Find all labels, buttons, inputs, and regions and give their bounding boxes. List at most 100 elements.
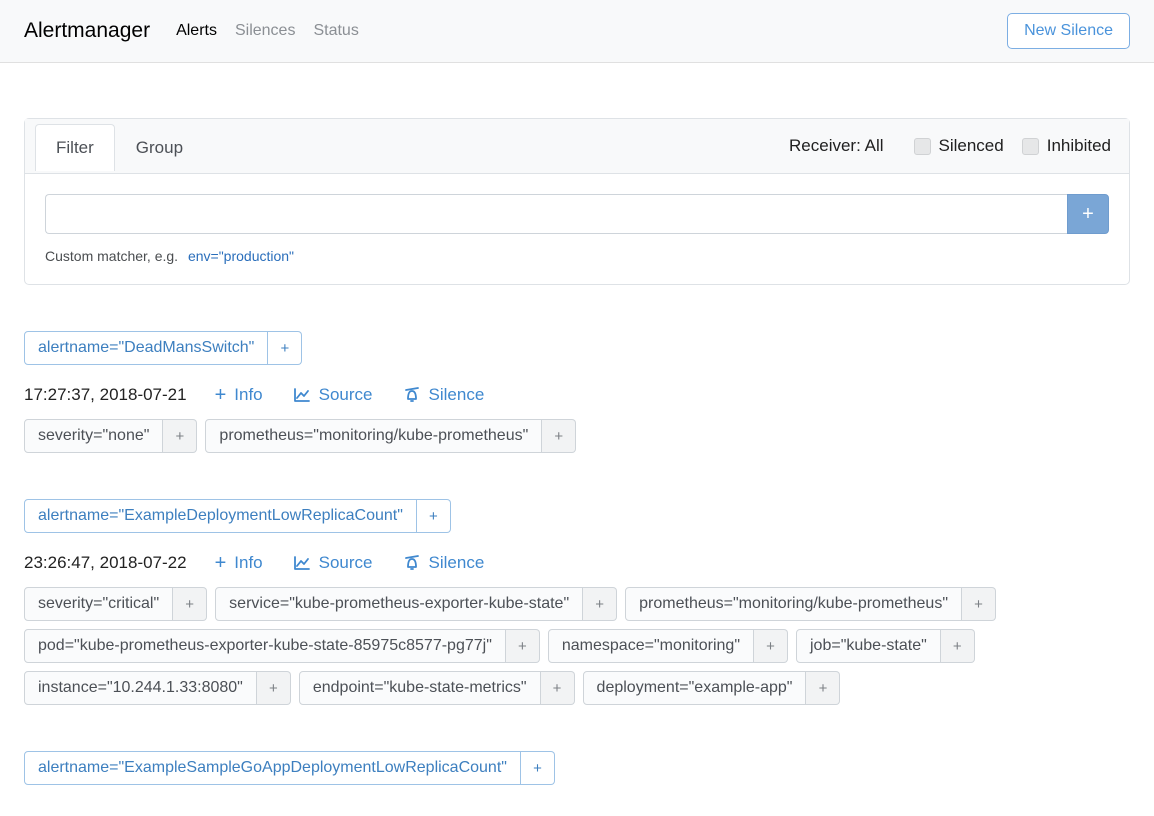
receiver-label[interactable]: Receiver: All xyxy=(789,136,883,156)
plus-icon: + xyxy=(953,638,962,655)
label-tag[interactable]: severity="none" + xyxy=(24,419,197,453)
alert-timestamp: 23:26:47, 2018-07-22 xyxy=(24,553,187,573)
info-button[interactable]: + Info xyxy=(215,553,263,573)
add-filter-button[interactable]: + xyxy=(962,587,996,621)
label-tag[interactable]: prometheus="monitoring/kube-prometheus" + xyxy=(625,587,996,621)
filter-card: Filter Group Receiver: All Silenced Inhi… xyxy=(24,118,1130,285)
add-matcher-button[interactable]: + xyxy=(1067,194,1109,234)
silence-button[interactable]: Silence xyxy=(403,385,485,405)
plus-icon: + xyxy=(595,596,604,613)
nav-alerts[interactable]: Alerts xyxy=(176,22,217,40)
info-label: Info xyxy=(234,385,262,405)
add-filter-button[interactable]: + xyxy=(173,587,207,621)
add-filter-button[interactable]: + xyxy=(583,587,617,621)
tabs-bar: Filter Group Receiver: All Silenced Inhi… xyxy=(25,119,1129,174)
plus-icon: + xyxy=(215,385,227,405)
alertname-tag[interactable]: alertname="DeadMansSwitch" + xyxy=(24,331,302,365)
label-tag[interactable]: pod="kube-prometheus-exporter-kube-state… xyxy=(24,629,540,663)
tab-group[interactable]: Group xyxy=(115,124,204,171)
source-label: Source xyxy=(319,553,373,573)
source-button[interactable]: Source xyxy=(293,553,373,573)
matcher-hint: Custom matcher, e.g. env="production" xyxy=(45,248,1109,264)
add-filter-button[interactable]: + xyxy=(417,499,451,533)
label-tag[interactable]: deployment="example-app"+ xyxy=(583,671,841,705)
alert-group: alertname="ExampleDeploymentLowReplicaCo… xyxy=(24,499,1130,705)
plus-icon: + xyxy=(176,428,185,445)
nav-status[interactable]: Status xyxy=(313,22,358,40)
add-filter-button[interactable]: + xyxy=(521,751,555,785)
add-filter-button[interactable]: + xyxy=(806,671,840,705)
alertname-tag-text: alertname="ExampleSampleGoAppDeploymentL… xyxy=(24,751,521,785)
label-tag[interactable]: namespace="monitoring"+ xyxy=(548,629,788,663)
matcher-hint-example[interactable]: env="production" xyxy=(188,248,294,264)
add-filter-button[interactable]: + xyxy=(941,629,975,663)
label-row: severity="critical" + service="kube-promet… xyxy=(24,587,1130,705)
plus-icon: + xyxy=(185,596,194,613)
new-silence-button[interactable]: New Silence xyxy=(1007,13,1130,49)
label-tag-text: prometheus="monitoring/kube-prometheus" xyxy=(625,587,962,621)
alertname-tag[interactable]: alertname="ExampleDeploymentLowReplicaCo… xyxy=(24,499,451,533)
label-tag[interactable]: service="kube-prometheus-exporter-kube-s… xyxy=(215,587,617,621)
plus-icon: + xyxy=(269,680,278,697)
label-tag[interactable]: job="kube-state" + xyxy=(796,629,975,663)
silenced-checkbox[interactable]: Silenced xyxy=(914,136,1004,156)
alertname-tag[interactable]: alertname="ExampleSampleGoAppDeploymentL… xyxy=(24,751,555,785)
plus-icon: + xyxy=(819,680,828,697)
plus-icon: + xyxy=(215,553,227,573)
alert-timestamp: 17:27:37, 2018-07-21 xyxy=(24,385,187,405)
plus-icon: + xyxy=(533,760,542,777)
info-label: Info xyxy=(234,553,262,573)
nav-silences[interactable]: Silences xyxy=(235,22,295,40)
tab-filter[interactable]: Filter xyxy=(35,124,115,171)
brand[interactable]: Alertmanager xyxy=(24,19,150,43)
plus-icon: + xyxy=(429,508,438,525)
alert-meta: 23:26:47, 2018-07-22 + Info Source Silence xyxy=(24,553,1130,573)
add-filter-button[interactable]: + xyxy=(754,629,788,663)
source-button[interactable]: Source xyxy=(293,385,373,405)
alertname-tag-text: alertname="DeadMansSwitch" xyxy=(24,331,268,365)
plus-icon: + xyxy=(1082,203,1094,226)
chart-icon xyxy=(293,555,311,571)
info-button[interactable]: + Info xyxy=(215,385,263,405)
silence-button[interactable]: Silence xyxy=(403,553,485,573)
matcher-input[interactable] xyxy=(45,194,1067,234)
navbar: Alertmanager Alerts Silences Status New … xyxy=(0,0,1154,63)
bell-off-icon xyxy=(403,554,421,572)
checkbox-icon xyxy=(914,138,931,155)
plus-icon: + xyxy=(554,428,563,445)
checkbox-icon xyxy=(1022,138,1039,155)
add-filter-button[interactable]: + xyxy=(541,671,575,705)
bell-off-icon xyxy=(403,386,421,404)
alert-meta: 17:27:37, 2018-07-21 + Info Source Silence xyxy=(24,385,1130,405)
inhibited-checkbox[interactable]: Inhibited xyxy=(1022,136,1111,156)
inhibited-label: Inhibited xyxy=(1047,136,1111,156)
add-filter-button[interactable]: + xyxy=(163,419,197,453)
plus-icon: + xyxy=(518,638,527,655)
label-tag[interactable]: severity="critical" + xyxy=(24,587,207,621)
plus-icon: + xyxy=(280,340,289,357)
add-filter-button[interactable]: + xyxy=(506,629,540,663)
plus-icon: + xyxy=(766,638,775,655)
alert-group: alertname="DeadMansSwitch" +17:27:37, 201… xyxy=(24,331,1130,453)
label-tag-text: endpoint="kube-state-metrics" xyxy=(299,671,541,705)
label-tag[interactable]: prometheus="monitoring/kube-prometheus" + xyxy=(205,419,576,453)
silence-label: Silence xyxy=(429,385,485,405)
plus-icon: + xyxy=(974,596,983,613)
label-tag-text: service="kube-prometheus-exporter-kube-s… xyxy=(215,587,583,621)
silence-label: Silence xyxy=(429,553,485,573)
add-filter-button[interactable]: + xyxy=(268,331,302,365)
plus-icon: + xyxy=(553,680,562,697)
label-tag-text: severity="critical" xyxy=(24,587,173,621)
label-tag[interactable]: endpoint="kube-state-metrics" + xyxy=(299,671,575,705)
source-label: Source xyxy=(319,385,373,405)
label-tag-text: instance="10.244.1.33:8080" xyxy=(24,671,257,705)
silenced-label: Silenced xyxy=(939,136,1004,156)
alertname-tag-text: alertname="ExampleDeploymentLowReplicaCo… xyxy=(24,499,417,533)
matcher-hint-text: Custom matcher, e.g. xyxy=(45,248,178,264)
add-filter-button[interactable]: + xyxy=(257,671,291,705)
add-filter-button[interactable]: + xyxy=(542,419,576,453)
label-tag-text: severity="none" xyxy=(24,419,163,453)
label-tag-text: prometheus="monitoring/kube-prometheus" xyxy=(205,419,542,453)
label-tag[interactable]: instance="10.244.1.33:8080" + xyxy=(24,671,291,705)
label-tag-text: job="kube-state" xyxy=(796,629,941,663)
